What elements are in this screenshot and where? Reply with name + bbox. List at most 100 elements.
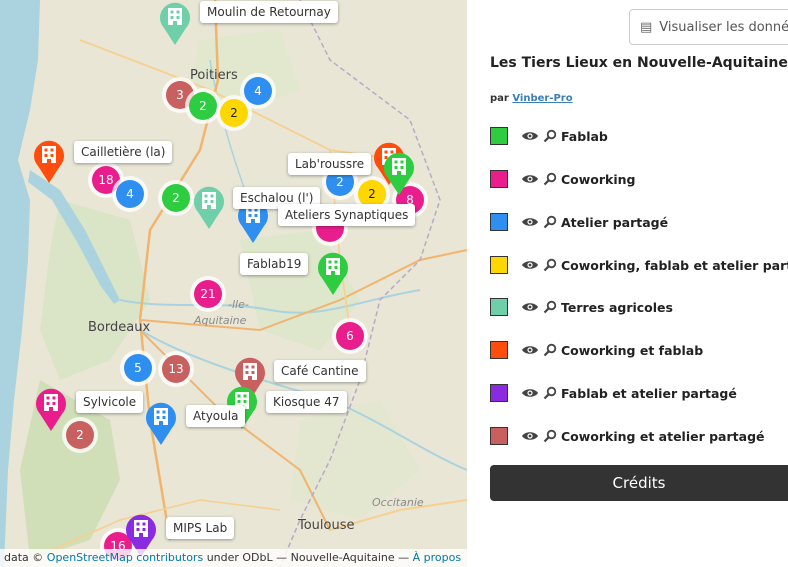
map-pin[interactable] xyxy=(32,138,66,184)
map-pin-icon xyxy=(194,186,224,229)
eye-icon[interactable] xyxy=(521,173,539,185)
place-label-labroussre[interactable]: Lab'roussre xyxy=(288,153,372,175)
eye-icon[interactable] xyxy=(521,216,539,228)
eye-icon[interactable] xyxy=(521,301,539,313)
place-label-cailletiere[interactable]: Cailletière (la) xyxy=(74,141,173,163)
map-pin[interactable] xyxy=(158,0,192,46)
layer-name: Atelier partagé xyxy=(561,214,669,230)
cluster-count: 4 xyxy=(116,180,144,208)
map-pin-icon xyxy=(34,140,64,183)
author-link[interactable]: Vinber-Pro xyxy=(512,93,572,104)
visualize-data-label: Visualiser les données xyxy=(659,19,788,35)
marker-cluster[interactable]: 2 xyxy=(158,180,194,216)
map-base-layer xyxy=(0,0,467,567)
layer-row[interactable]: Atelier partagé xyxy=(490,211,668,233)
layer-row[interactable]: Coworking xyxy=(490,168,636,190)
map-attribution: data © OpenStreetMap contributors under … xyxy=(0,549,467,567)
attribution-prefix: data © xyxy=(4,551,44,564)
layer-row[interactable]: Coworking et atelier partagé xyxy=(490,425,765,447)
place-label-atyoula[interactable]: Atyoula xyxy=(186,405,246,427)
layer-color-swatch xyxy=(490,341,508,359)
place-label-kiosque-47[interactable]: Kiosque 47 xyxy=(266,391,347,413)
eye-icon[interactable] xyxy=(521,387,539,399)
layer-color-swatch xyxy=(490,170,508,188)
marker-cluster[interactable]: 2 xyxy=(185,88,221,124)
layer-row[interactable]: Coworking et fablab xyxy=(490,339,703,361)
marker-cluster[interactable]: 6 xyxy=(332,318,368,354)
zoom-to-layer-icon[interactable] xyxy=(543,129,557,143)
legend-panel: ▤ Visualiser les données Les Tiers Lieux… xyxy=(467,0,788,567)
marker-cluster[interactable]: 21 xyxy=(190,276,226,312)
layer-name: Terres agricoles xyxy=(561,299,673,315)
zoom-to-layer-icon[interactable] xyxy=(543,343,557,357)
cluster-count: 2 xyxy=(162,184,190,212)
cluster-count: 2 xyxy=(66,421,94,449)
map-pin[interactable] xyxy=(34,386,68,432)
zoom-to-layer-icon[interactable] xyxy=(543,429,557,443)
cluster-count: 4 xyxy=(244,77,272,105)
zoom-to-layer-icon[interactable] xyxy=(543,386,557,400)
cluster-count: 21 xyxy=(194,280,222,308)
layer-row[interactable]: Terres agricoles xyxy=(490,296,673,318)
eye-icon[interactable] xyxy=(521,259,539,271)
layer-row[interactable]: Coworking, fablab et atelier partagé xyxy=(490,254,788,276)
place-label-sylvicole[interactable]: Sylvicole xyxy=(76,391,144,413)
credits-button[interactable]: Crédits xyxy=(490,465,788,501)
city-label-poitiers: Poitiers xyxy=(190,68,238,83)
osm-link[interactable]: OpenStreetMap contributors xyxy=(47,551,203,564)
layer-color-swatch xyxy=(490,127,508,145)
layer-name: Coworking et atelier partagé xyxy=(561,428,765,444)
eye-icon[interactable] xyxy=(521,344,539,356)
region-label-occitanie: Occitanie xyxy=(372,496,424,509)
zoom-to-layer-icon[interactable] xyxy=(543,300,557,314)
place-label-cafe-cantine[interactable]: Café Cantine xyxy=(274,360,366,382)
city-label-bordeaux: Bordeaux xyxy=(88,320,151,335)
layer-name: Fablab et atelier partagé xyxy=(561,385,737,401)
city-label-toulouse: Toulouse xyxy=(298,518,355,533)
layer-name: Coworking et fablab xyxy=(561,342,704,358)
region-label-1: -lle- xyxy=(228,298,249,311)
place-label-moulin[interactable]: Moulin de Retournay xyxy=(200,1,338,23)
visualize-data-button[interactable]: ▤ Visualiser les données xyxy=(629,9,788,45)
cluster-count: 2 xyxy=(220,99,248,127)
cluster-count: 13 xyxy=(162,355,190,383)
place-label-mips-lab[interactable]: MIPS Lab xyxy=(166,517,235,539)
attribution-text: under ODbL — Nouvelle-Aquitaine — xyxy=(206,551,410,564)
layer-color-swatch xyxy=(490,256,508,274)
eye-icon[interactable] xyxy=(521,430,539,442)
cluster-count: 5 xyxy=(124,354,152,382)
marker-cluster[interactable]: 4 xyxy=(112,176,148,212)
layer-color-swatch xyxy=(490,298,508,316)
zoom-to-layer-icon[interactable] xyxy=(543,215,557,229)
layer-row[interactable]: Fablab et atelier partagé xyxy=(490,382,737,404)
map-pin-icon xyxy=(318,252,348,295)
cluster-count: 2 xyxy=(189,92,217,120)
layer-name: Coworking, fablab et atelier partagé xyxy=(561,257,788,273)
map-title: Les Tiers Lieux en Nouvelle-Aquitaine xyxy=(490,55,788,71)
map-pin[interactable] xyxy=(382,150,416,196)
region-label-2: Aquitaine xyxy=(194,314,247,327)
map-pin-icon xyxy=(36,388,66,431)
marker-cluster[interactable]: 2 xyxy=(216,95,252,131)
layer-color-swatch xyxy=(490,384,508,402)
eye-icon[interactable] xyxy=(521,130,539,142)
marker-cluster[interactable]: 13 xyxy=(158,351,194,387)
author-prefix: par xyxy=(490,93,509,104)
map-pin[interactable] xyxy=(316,250,350,296)
zoom-to-layer-icon[interactable] xyxy=(543,172,557,186)
map-pin[interactable] xyxy=(192,184,226,230)
place-label-fablab19[interactable]: Fablab19 xyxy=(240,253,309,275)
map-pin[interactable] xyxy=(144,400,178,446)
place-label-ateliers-synaptiques[interactable]: Ateliers Synaptiques xyxy=(278,204,416,226)
map-view[interactable]: Poitiers Bordeaux Toulouse -lle- Aquitai… xyxy=(0,0,467,567)
zoom-to-layer-icon[interactable] xyxy=(543,258,557,272)
layer-row[interactable]: Fablab xyxy=(490,125,608,147)
marker-cluster[interactable]: 5 xyxy=(120,350,156,386)
apropos-link[interactable]: À propos xyxy=(413,551,461,564)
author-line: par Vinber-Pro xyxy=(490,93,573,104)
layer-color-swatch xyxy=(490,427,508,445)
map-pin-icon xyxy=(384,152,414,195)
map-pin-icon xyxy=(160,2,190,45)
map-pin-icon xyxy=(146,402,176,445)
layer-name: Coworking xyxy=(561,171,636,187)
